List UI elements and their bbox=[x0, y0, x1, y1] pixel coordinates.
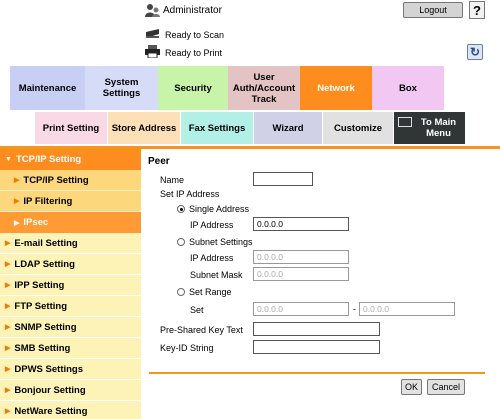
tab-maintenance[interactable]: Maintenance bbox=[10, 66, 85, 110]
set-range-option[interactable]: Set Range bbox=[177, 287, 232, 297]
sidebar-item-ip-filtering[interactable]: ▶ IP Filtering bbox=[0, 191, 141, 212]
sidebar-item-smb[interactable]: ▶ SMB Setting bbox=[0, 338, 141, 359]
sidebar: ▼ TCP/IP Setting ▶ TCP/IP Setting ▶ IP F… bbox=[0, 149, 141, 419]
subnet-settings-radio[interactable] bbox=[177, 238, 185, 246]
refresh-icon: ↻ bbox=[469, 45, 481, 59]
subtab-customize[interactable]: Customize bbox=[323, 112, 393, 144]
subtab-print-setting[interactable]: Print Setting bbox=[35, 112, 107, 144]
name-label: Name bbox=[160, 175, 185, 185]
tab-box[interactable]: Box bbox=[372, 66, 444, 110]
help-button[interactable]: ? bbox=[469, 1, 485, 19]
arrow-right-icon: ▶ bbox=[5, 324, 11, 331]
arrow-right-icon: ▶ bbox=[5, 345, 11, 352]
range-set-label: Set bbox=[190, 305, 204, 315]
arrow-right-icon: ▶ bbox=[5, 366, 11, 373]
range-to-input[interactable]: 0.0.0.0 bbox=[359, 302, 455, 316]
subnet-mask-input[interactable]: 0.0.0.0 bbox=[253, 267, 349, 281]
help-icon: ? bbox=[473, 2, 481, 18]
ok-button[interactable]: OK bbox=[401, 379, 422, 395]
main-menu-icon bbox=[398, 117, 412, 127]
single-ip-input[interactable]: 0.0.0.0 bbox=[253, 217, 349, 231]
arrow-right-icon: ▶ bbox=[14, 219, 20, 227]
sidebar-item-dpws[interactable]: ▶ DPWS Settings bbox=[0, 359, 141, 380]
form-divider bbox=[149, 372, 485, 374]
arrow-right-icon: ▶ bbox=[5, 261, 11, 268]
tab-system-settings[interactable]: System Settings bbox=[85, 66, 158, 110]
sidebar-item-ldap[interactable]: ▶ LDAP Setting bbox=[0, 254, 141, 275]
pre-shared-key-label: Pre-Shared Key Text bbox=[160, 325, 243, 335]
subnet-ip-label: IP Address bbox=[190, 253, 234, 263]
arrow-right-icon: ▶ bbox=[14, 177, 20, 184]
arrow-right-icon: ▶ bbox=[5, 282, 11, 289]
single-ip-label: IP Address bbox=[190, 220, 234, 230]
scan-status: Ready to Scan bbox=[145, 28, 224, 41]
single-address-label: Single Address bbox=[189, 204, 250, 214]
subnet-settings-option[interactable]: Subnet Settings bbox=[177, 237, 253, 247]
subtab-store-address[interactable]: Store Address bbox=[108, 112, 180, 144]
single-address-radio[interactable] bbox=[177, 205, 185, 213]
sidebar-item-ipsec[interactable]: ▶ IPsec bbox=[0, 212, 141, 233]
pre-shared-key-input[interactable] bbox=[253, 322, 380, 336]
sidebar-item-tcpip-setting[interactable]: ▶ TCP/IP Setting bbox=[0, 170, 141, 191]
subtab-wizard[interactable]: Wizard bbox=[254, 112, 322, 144]
sidebar-item-ipp[interactable]: ▶ IPP Setting bbox=[0, 275, 141, 296]
subnet-settings-label: Subnet Settings bbox=[189, 237, 253, 247]
logout-button[interactable]: Logout bbox=[403, 2, 463, 18]
arrow-right-icon: ▶ bbox=[5, 408, 11, 415]
set-ip-address-label: Set IP Address bbox=[160, 189, 220, 199]
scanner-icon bbox=[145, 28, 160, 41]
subnet-ip-input[interactable]: 0.0.0.0 bbox=[253, 250, 349, 264]
key-id-label: Key-ID String bbox=[160, 343, 214, 353]
tab-network[interactable]: Network bbox=[300, 66, 372, 110]
arrow-right-icon: ▶ bbox=[5, 303, 11, 310]
administrator-icon bbox=[145, 3, 160, 18]
key-id-input[interactable] bbox=[253, 340, 380, 354]
page-title: Peer bbox=[148, 156, 170, 167]
range-dash: - bbox=[353, 304, 356, 314]
cancel-button[interactable]: Cancel bbox=[427, 379, 465, 395]
tab-user-auth[interactable]: User Auth/Account Track bbox=[228, 66, 300, 110]
user-name: Administrator bbox=[163, 5, 222, 16]
single-address-option[interactable]: Single Address bbox=[177, 204, 249, 214]
arrow-right-icon: ▶ bbox=[5, 240, 11, 247]
sidebar-item-ftp[interactable]: ▶ FTP Setting bbox=[0, 296, 141, 317]
arrow-right-icon: ▶ bbox=[5, 387, 11, 394]
print-status: Ready to Print bbox=[145, 45, 222, 60]
sidebar-item-bonjour[interactable]: ▶ Bonjour Setting bbox=[0, 380, 141, 401]
printer-icon bbox=[145, 45, 160, 60]
sidebar-item-snmp[interactable]: ▶ SNMP Setting bbox=[0, 317, 141, 338]
arrow-right-icon: ▶ bbox=[14, 198, 20, 205]
print-status-text: Ready to Print bbox=[165, 47, 223, 58]
name-input[interactable] bbox=[253, 172, 313, 186]
range-from-input[interactable]: 0.0.0.0 bbox=[253, 302, 349, 316]
sidebar-item-tcpip-header[interactable]: ▼ TCP/IP Setting bbox=[0, 149, 141, 170]
set-range-radio[interactable] bbox=[177, 288, 185, 296]
refresh-button[interactable]: ↻ bbox=[467, 44, 483, 60]
set-range-label: Set Range bbox=[189, 287, 232, 297]
subnet-mask-label: Subnet Mask bbox=[190, 270, 243, 280]
sidebar-item-netware[interactable]: ▶ NetWare Setting bbox=[0, 401, 141, 419]
expand-arrow-icon: ▼ bbox=[5, 156, 12, 163]
to-main-menu-button[interactable]: To Main Menu bbox=[394, 112, 465, 144]
scan-status-text: Ready to Scan bbox=[165, 29, 225, 40]
tab-security[interactable]: Security bbox=[158, 66, 228, 110]
sidebar-item-email[interactable]: ▶ E-mail Setting bbox=[0, 233, 141, 254]
subtab-fax-settings[interactable]: Fax Settings bbox=[181, 112, 253, 144]
